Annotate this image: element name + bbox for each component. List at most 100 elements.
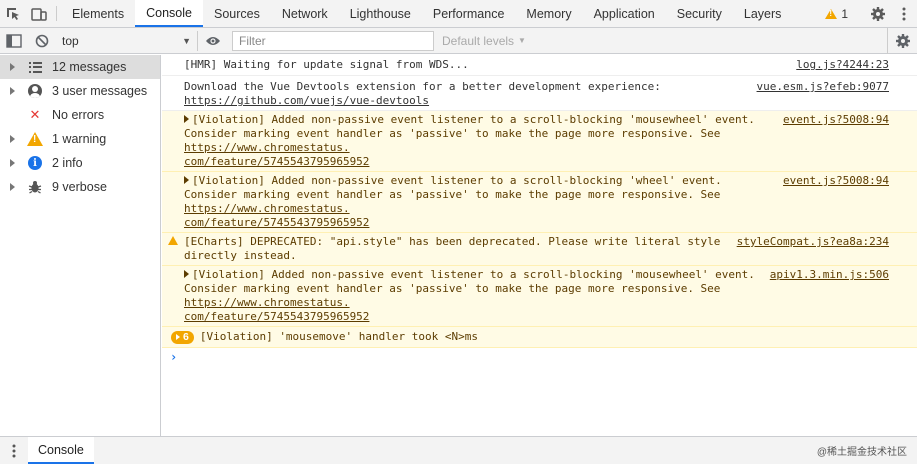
user-icon bbox=[27, 83, 43, 99]
sidebar-item-warnings[interactable]: 1 warning bbox=[0, 127, 160, 151]
sidebar-item-verbose[interactable]: 9 verbose bbox=[0, 175, 160, 199]
console-message[interactable]: Download the Vue Devtools extension for … bbox=[162, 76, 917, 111]
dropdown-arrow-icon: ▼ bbox=[182, 35, 191, 46]
message-text: [HMR] Waiting for update signal from WDS… bbox=[184, 58, 469, 71]
filter-input[interactable] bbox=[232, 30, 434, 51]
message-link[interactable]: com/feature/5745543795965952 bbox=[184, 155, 369, 168]
expand-arrow-icon bbox=[176, 334, 180, 340]
console-toolbar: top ▼ Default levels ▼ bbox=[0, 27, 917, 54]
devtools-tab-bar: Elements Console Sources Network Lightho… bbox=[0, 0, 917, 28]
source-link[interactable]: apiv1.3.min.js:506 bbox=[763, 268, 889, 282]
console-message[interactable]: [HMR] Waiting for update signal from WDS… bbox=[162, 55, 917, 76]
message-text: Download the Vue Devtools extension for … bbox=[184, 80, 661, 93]
warning-counter[interactable]: 1 bbox=[817, 7, 856, 21]
log-levels-label: Default levels bbox=[442, 33, 515, 48]
dropdown-arrow-icon: ▼ bbox=[518, 36, 526, 45]
tab-elements[interactable]: Elements bbox=[61, 0, 135, 27]
violation-message[interactable]: [Violation] Added non-passive event list… bbox=[162, 172, 917, 233]
sidebar-item-label: 9 verbose bbox=[52, 180, 107, 194]
message-link[interactable]: com/feature/5745543795965952 bbox=[184, 216, 369, 229]
tab-layers[interactable]: Layers bbox=[733, 0, 793, 27]
sidebar-item-user-messages[interactable]: 3 user messages bbox=[0, 79, 160, 103]
message-text: [Violation] Added non-passive event list… bbox=[192, 113, 755, 126]
live-expression-eye-icon[interactable] bbox=[198, 28, 228, 54]
message-text: Consider marking event handler as 'passi… bbox=[184, 282, 721, 295]
tab-security[interactable]: Security bbox=[666, 0, 733, 27]
sidebar-item-messages[interactable]: 12 messages bbox=[0, 55, 160, 79]
tab-application[interactable]: Application bbox=[583, 0, 666, 27]
source-link[interactable]: vue.esm.js?efeb:9077 bbox=[751, 80, 889, 94]
warning-icon bbox=[168, 236, 178, 245]
watermark: @稀土掘金技术社区 bbox=[816, 447, 907, 458]
console-sidebar: 12 messages 3 user messages ✕ No errors … bbox=[0, 55, 161, 436]
drawer-bar: Console @稀土掘金技术社区 bbox=[0, 436, 917, 464]
warning-icon bbox=[825, 8, 838, 19]
repeat-count: 6 bbox=[183, 331, 189, 343]
expand-arrow-icon[interactable] bbox=[10, 135, 15, 143]
tab-sources[interactable]: Sources bbox=[203, 0, 271, 27]
warning-count: 1 bbox=[841, 6, 848, 21]
source-link[interactable]: log.js?4244:23 bbox=[790, 58, 889, 72]
drawer-menu-icon[interactable] bbox=[0, 437, 28, 464]
tab-network[interactable]: Network bbox=[271, 0, 339, 27]
source-link[interactable]: styleCompat.js?ea8a:234 bbox=[730, 235, 889, 249]
tab-performance[interactable]: Performance bbox=[422, 0, 516, 27]
console-messages: [HMR] Waiting for update signal from WDS… bbox=[162, 55, 917, 436]
message-text: Consider marking event handler as 'passi… bbox=[184, 127, 721, 140]
expand-arrow-icon[interactable] bbox=[10, 159, 15, 167]
message-link[interactable]: https://www.chromestatus. bbox=[184, 296, 350, 309]
settings-gear-icon[interactable] bbox=[865, 6, 891, 22]
message-text: Consider marking event handler as 'passi… bbox=[184, 188, 721, 201]
info-icon: i bbox=[27, 155, 43, 171]
expand-arrow-icon[interactable] bbox=[184, 270, 189, 278]
divider bbox=[56, 6, 57, 21]
expand-arrow-icon[interactable] bbox=[10, 63, 15, 71]
error-icon: ✕ bbox=[29, 107, 41, 122]
message-text: directly instead. bbox=[184, 249, 297, 262]
message-text: [Violation] Added non-passive event list… bbox=[192, 268, 755, 281]
bug-icon bbox=[27, 179, 43, 195]
tab-memory[interactable]: Memory bbox=[515, 0, 582, 27]
source-link[interactable]: event.js?5008:94 bbox=[777, 174, 889, 188]
message-link[interactable]: https://www.chromestatus. bbox=[184, 202, 350, 215]
warning-message[interactable]: [ECharts] DEPRECATED: "api.style" has be… bbox=[162, 233, 917, 266]
violation-message[interactable]: [Violation] Added non-passive event list… bbox=[162, 111, 917, 172]
expand-arrow-icon[interactable] bbox=[184, 115, 189, 123]
sidebar-item-errors[interactable]: ✕ No errors bbox=[0, 103, 160, 127]
source-link[interactable]: event.js?5008:94 bbox=[777, 113, 889, 127]
expand-arrow-icon[interactable] bbox=[184, 176, 189, 184]
sidebar-item-label: 12 messages bbox=[52, 60, 127, 74]
sidebar-item-label: No errors bbox=[52, 108, 105, 122]
message-link[interactable]: https://github.com/vuejs/vue-devtools bbox=[184, 94, 429, 107]
message-text: [Violation] Added non-passive event list… bbox=[192, 174, 722, 187]
expand-arrow-icon[interactable] bbox=[10, 183, 15, 191]
violation-message[interactable]: [Violation] Added non-passive event list… bbox=[162, 266, 917, 327]
console-prompt[interactable]: › bbox=[162, 348, 917, 366]
message-text: [ECharts] DEPRECATED: "api.style" has be… bbox=[184, 235, 721, 248]
clear-console-icon[interactable] bbox=[28, 28, 56, 54]
log-levels-dropdown[interactable]: Default levels ▼ bbox=[442, 34, 526, 48]
grouped-violation-message[interactable]: 6 [Violation] 'mousemove' handler took <N… bbox=[162, 327, 917, 348]
repeat-count-badge[interactable]: 6 bbox=[171, 330, 194, 344]
warning-icon bbox=[27, 131, 43, 147]
message-text: [Violation] 'mousemove' handler took <N>… bbox=[199, 330, 478, 343]
message-link[interactable]: https://www.chromestatus. bbox=[184, 141, 350, 154]
tab-console[interactable]: Console bbox=[135, 0, 203, 27]
prompt-chevron-icon: › bbox=[170, 350, 178, 364]
sidebar-item-label: 2 info bbox=[52, 156, 83, 170]
drawer-tab-console[interactable]: Console bbox=[28, 437, 94, 464]
expand-arrow-icon[interactable] bbox=[10, 87, 15, 95]
console-settings-gear-icon[interactable] bbox=[887, 27, 917, 54]
sidebar-item-label: 3 user messages bbox=[52, 84, 148, 98]
list-icon bbox=[27, 59, 43, 75]
more-options-icon[interactable] bbox=[891, 7, 917, 21]
tab-lighthouse[interactable]: Lighthouse bbox=[339, 0, 422, 27]
sidebar-item-info[interactable]: i 2 info bbox=[0, 151, 160, 175]
inspect-element-icon[interactable] bbox=[0, 0, 26, 27]
message-link[interactable]: com/feature/5745543795965952 bbox=[184, 310, 369, 323]
show-sidebar-icon[interactable] bbox=[0, 28, 28, 54]
sidebar-item-label: 1 warning bbox=[52, 132, 107, 146]
context-selector[interactable]: top ▼ bbox=[56, 30, 198, 51]
device-toolbar-icon[interactable] bbox=[26, 0, 52, 27]
context-value: top bbox=[62, 33, 79, 48]
